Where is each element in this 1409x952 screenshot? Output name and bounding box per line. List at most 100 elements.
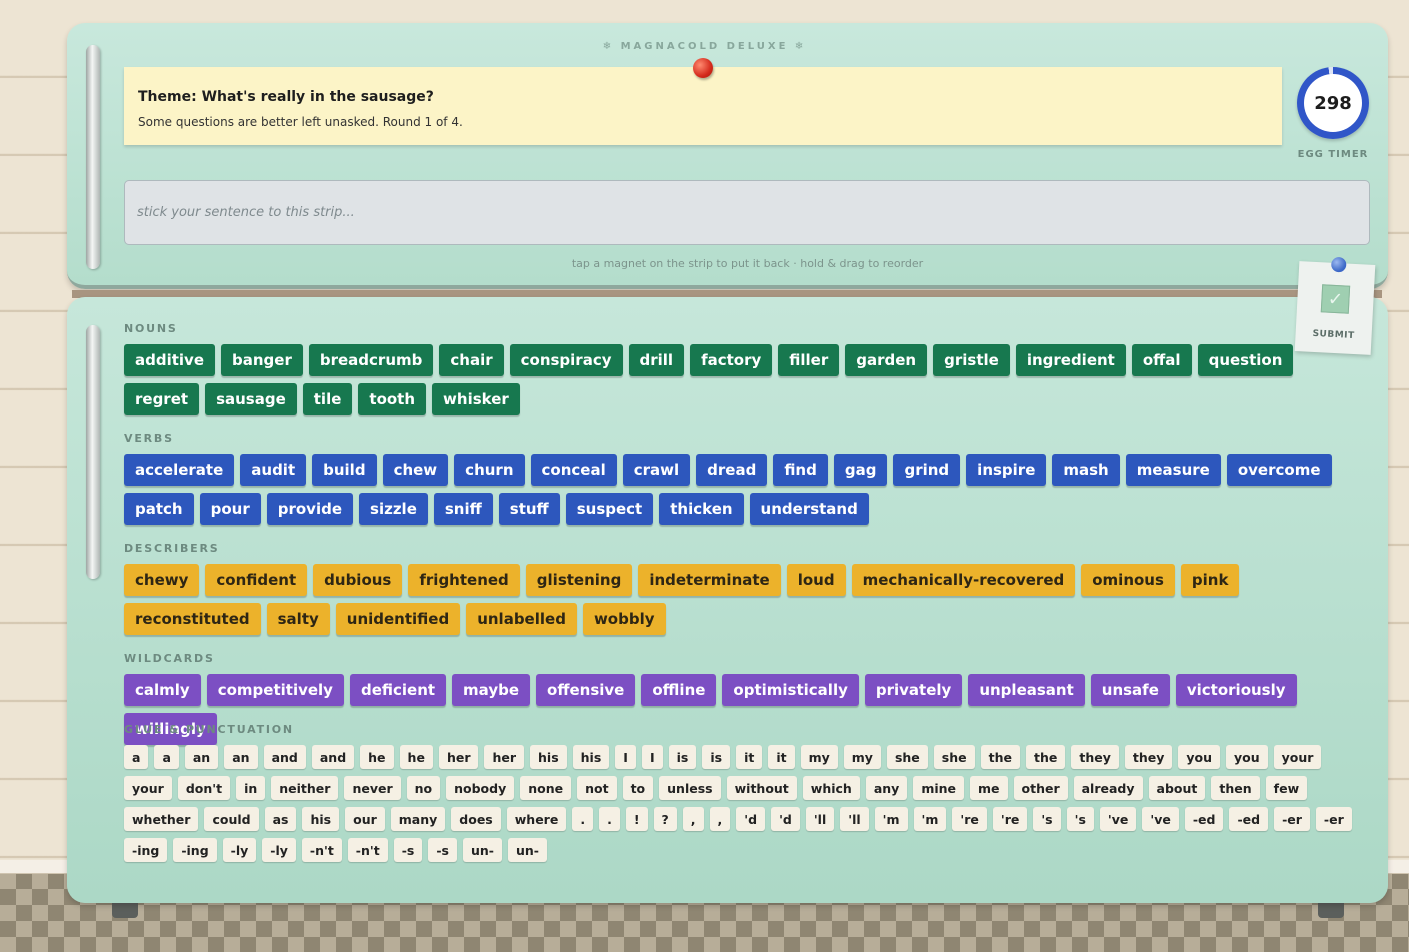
- glue-magnet[interactable]: it: [736, 745, 763, 769]
- verb-magnet[interactable]: sniff: [433, 493, 493, 525]
- glue-magnet[interactable]: you: [1226, 745, 1268, 769]
- glue-magnet[interactable]: they: [1124, 745, 1173, 769]
- glue-magnet[interactable]: -s: [393, 838, 423, 862]
- describer-magnet[interactable]: unlabelled: [466, 603, 577, 635]
- glue-magnet[interactable]: nobody: [446, 776, 515, 800]
- glue-magnet[interactable]: 'll: [805, 807, 835, 831]
- noun-magnet[interactable]: gristle: [933, 344, 1010, 376]
- verb-magnet[interactable]: stuff: [498, 493, 560, 525]
- glue-magnet[interactable]: ,: [709, 807, 731, 831]
- glue-magnet[interactable]: mine: [913, 776, 964, 800]
- glue-magnet[interactable]: a: [124, 745, 149, 769]
- glue-magnet[interactable]: she: [933, 745, 975, 769]
- wildcard-magnet[interactable]: unsafe: [1090, 674, 1170, 706]
- describer-magnet[interactable]: chewy: [124, 564, 200, 596]
- glue-magnet[interactable]: 've: [1099, 807, 1137, 831]
- describer-magnet[interactable]: frightened: [408, 564, 520, 596]
- glue-magnet[interactable]: her: [438, 745, 479, 769]
- describer-magnet[interactable]: indeterminate: [638, 564, 781, 596]
- verb-magnet[interactable]: inspire: [966, 454, 1047, 486]
- noun-magnet[interactable]: ingredient: [1015, 344, 1126, 376]
- verb-magnet[interactable]: crawl: [622, 454, 691, 486]
- glue-magnet[interactable]: !: [625, 807, 648, 831]
- glue-magnet[interactable]: is: [668, 745, 697, 769]
- glue-magnet[interactable]: and: [263, 745, 306, 769]
- noun-magnet[interactable]: breadcrumb: [308, 344, 434, 376]
- glue-magnet[interactable]: -ing: [173, 838, 217, 862]
- glue-magnet[interactable]: it: [768, 745, 795, 769]
- glue-magnet[interactable]: could: [204, 807, 259, 831]
- describer-magnet[interactable]: mechanically-recovered: [851, 564, 1076, 596]
- describer-magnet[interactable]: ominous: [1081, 564, 1175, 596]
- glue-magnet[interactable]: any: [865, 776, 908, 800]
- glue-magnet[interactable]: -ed: [1184, 807, 1224, 831]
- glue-magnet[interactable]: 'm: [913, 807, 947, 831]
- noun-magnet[interactable]: sausage: [205, 383, 297, 415]
- verb-magnet[interactable]: suspect: [565, 493, 654, 525]
- glue-magnet[interactable]: 've: [1142, 807, 1179, 831]
- wildcard-magnet[interactable]: unpleasant: [968, 674, 1085, 706]
- describer-magnet[interactable]: loud: [786, 564, 846, 596]
- verb-magnet[interactable]: gag: [833, 454, 888, 486]
- describer-magnet[interactable]: salty: [266, 603, 330, 635]
- glue-magnet[interactable]: you: [1178, 745, 1221, 769]
- glue-magnet[interactable]: -ly: [222, 838, 257, 862]
- noun-magnet[interactable]: conspiracy: [509, 344, 623, 376]
- glue-magnet[interactable]: the: [1025, 745, 1066, 769]
- glue-magnet[interactable]: -n't: [347, 838, 388, 862]
- noun-magnet[interactable]: additive: [124, 344, 216, 376]
- glue-magnet[interactable]: .: [572, 807, 594, 831]
- noun-magnet[interactable]: factory: [690, 344, 773, 376]
- glue-magnet[interactable]: -ing: [124, 838, 168, 862]
- wildcard-magnet[interactable]: competitively: [206, 674, 344, 706]
- noun-magnet[interactable]: drill: [628, 344, 685, 376]
- wildcard-magnet[interactable]: deficient: [349, 674, 447, 706]
- glue-magnet[interactable]: our: [345, 807, 385, 831]
- glue-magnet[interactable]: his: [572, 745, 610, 769]
- glue-magnet[interactable]: 're: [952, 807, 987, 831]
- verb-magnet[interactable]: chew: [382, 454, 449, 486]
- glue-magnet[interactable]: -er: [1274, 807, 1310, 831]
- noun-magnet[interactable]: filler: [778, 344, 840, 376]
- verb-magnet[interactable]: pour: [199, 493, 261, 525]
- describer-magnet[interactable]: unidentified: [335, 603, 461, 635]
- describer-magnet[interactable]: reconstituted: [124, 603, 261, 635]
- noun-magnet[interactable]: chair: [439, 344, 504, 376]
- glue-magnet[interactable]: a: [154, 745, 179, 769]
- glue-magnet[interactable]: -ed: [1229, 807, 1269, 831]
- verb-magnet[interactable]: grind: [893, 454, 961, 486]
- noun-magnet[interactable]: offal: [1131, 344, 1192, 376]
- describer-magnet[interactable]: dubious: [313, 564, 403, 596]
- verb-magnet[interactable]: patch: [124, 493, 194, 525]
- glue-magnet[interactable]: the: [980, 745, 1020, 769]
- glue-magnet[interactable]: me: [970, 776, 1008, 800]
- glue-magnet[interactable]: ?: [653, 807, 677, 831]
- verb-magnet[interactable]: measure: [1125, 454, 1221, 486]
- glue-magnet[interactable]: she: [886, 745, 928, 769]
- verb-magnet[interactable]: mash: [1052, 454, 1120, 486]
- glue-magnet[interactable]: ,: [682, 807, 704, 831]
- glue-magnet[interactable]: many: [390, 807, 446, 831]
- glue-magnet[interactable]: no: [406, 776, 441, 800]
- wildcard-magnet[interactable]: offensive: [536, 674, 636, 706]
- noun-magnet[interactable]: tooth: [358, 383, 427, 415]
- describer-magnet[interactable]: glistening: [525, 564, 633, 596]
- glue-magnet[interactable]: already: [1073, 776, 1143, 800]
- glue-magnet[interactable]: 'm: [874, 807, 908, 831]
- wildcard-magnet[interactable]: privately: [864, 674, 963, 706]
- glue-magnet[interactable]: they: [1071, 745, 1119, 769]
- verb-magnet[interactable]: overcome: [1226, 454, 1332, 486]
- verb-magnet[interactable]: sizzle: [359, 493, 428, 525]
- describer-magnet[interactable]: confident: [205, 564, 308, 596]
- verb-magnet[interactable]: dread: [696, 454, 768, 486]
- verb-magnet[interactable]: churn: [454, 454, 525, 486]
- noun-magnet[interactable]: regret: [124, 383, 200, 415]
- glue-magnet[interactable]: other: [1013, 776, 1068, 800]
- glue-magnet[interactable]: I: [641, 745, 663, 769]
- glue-magnet[interactable]: don't: [177, 776, 231, 800]
- wildcard-magnet[interactable]: offline: [641, 674, 717, 706]
- glue-magnet[interactable]: he: [399, 745, 433, 769]
- glue-magnet[interactable]: her: [484, 745, 525, 769]
- verb-magnet[interactable]: audit: [240, 454, 307, 486]
- verb-magnet[interactable]: provide: [266, 493, 354, 525]
